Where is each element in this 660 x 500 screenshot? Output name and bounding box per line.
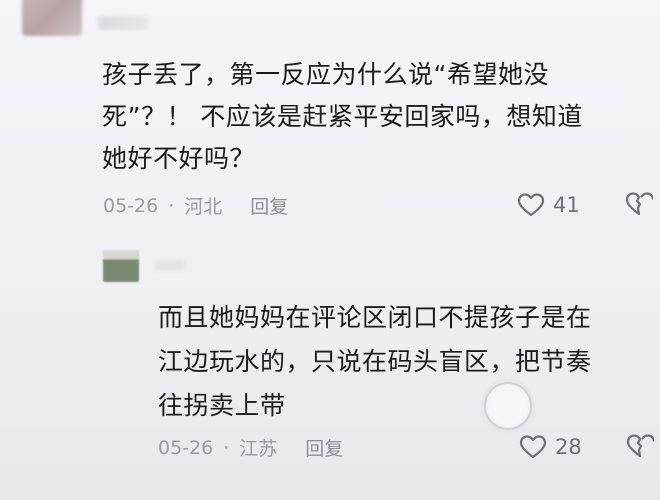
like-button[interactable]: 28 [519,434,582,460]
touch-indicator [484,382,532,430]
avatar-blurred[interactable] [103,250,139,282]
comment-text: 而且她妈妈在评论区闭口不提孩子是在 江边玩水的，只说在码头盲区，把节奏 往拐卖上… [158,303,592,420]
comment-location: 河北 [184,196,223,218]
heart-outline-icon [517,193,545,217]
meta-separator: · [168,194,175,217]
broken-heart-icon[interactable] [625,190,653,218]
meta-separator: · [223,436,230,459]
heart-outline-icon [519,435,547,459]
reply-button[interactable]: 回复 [250,192,288,219]
comment-thread: 孩子丢了，第一反应为什么说“希望她没 死”？！ 不应该是赶紧平安回家吗，想知道 … [0,0,660,500]
like-button[interactable]: 41 [517,192,580,218]
comment-date: 05-26 [158,436,214,459]
avatar-blurred[interactable] [22,0,82,36]
comment-location: 江苏 [239,438,278,460]
comment-text: 孩子丢了，第一反应为什么说“希望她没 死”？！ 不应该是赶紧平安回家吗，想知道 … [102,60,583,173]
username-blurred[interactable] [98,16,148,30]
broken-heart-icon[interactable] [626,432,654,460]
like-count: 41 [553,193,580,217]
reply-button[interactable]: 回复 [305,434,343,461]
comment-meta: 05-26 · 江苏 回复 [158,434,343,461]
like-count: 28 [555,435,582,459]
comment-date: 05-26 [103,194,159,217]
comment-meta: 05-26 · 河北 回复 [103,192,288,219]
username-blurred[interactable] [155,260,185,270]
